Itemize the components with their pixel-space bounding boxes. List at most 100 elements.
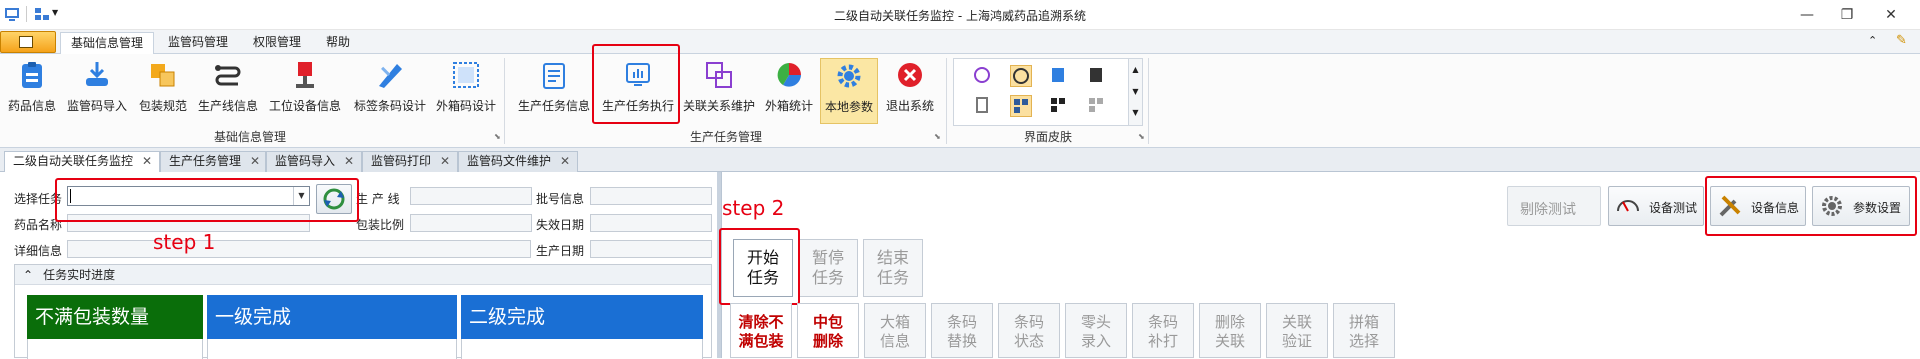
- odd-lot-entry-button[interactable]: 零头 录入: [1065, 303, 1127, 358]
- tab-code-management[interactable]: 监管码管理: [158, 32, 238, 54]
- maximize-button[interactable]: ❐: [1832, 4, 1862, 26]
- unfilled-pack-value: [27, 339, 203, 359]
- application-menu-button[interactable]: [0, 31, 56, 53]
- op-label-line2: 信息: [879, 332, 910, 350]
- group-separator: [504, 58, 505, 144]
- remove-test-button[interactable]: 剔除测试: [1507, 186, 1601, 226]
- skin-option[interactable]: [1086, 95, 1108, 117]
- box-stats-button[interactable]: 外箱统计: [762, 58, 816, 122]
- skin-option[interactable]: [1048, 65, 1070, 87]
- dialog-launcher-icon[interactable]: ⬊: [494, 132, 501, 141]
- task-info-button[interactable]: 生产任务信息: [516, 58, 592, 122]
- station-device-button[interactable]: 工位设备信息: [266, 58, 344, 122]
- skin-swatch-icon: [1090, 68, 1102, 82]
- doc-tab-code-file[interactable]: 监管码文件维护 ✕: [458, 151, 578, 172]
- pack-ratio-field: [410, 214, 532, 232]
- label-design-button[interactable]: 标签条码设计: [350, 58, 430, 122]
- drug-info-label: 药品信息: [7, 99, 56, 113]
- doc-tab-label: 监管码打印: [371, 154, 432, 168]
- package-spec-button[interactable]: 包装规范: [136, 58, 190, 122]
- drug-info-button[interactable]: 药品信息: [6, 58, 58, 122]
- op-label-line2: 状态: [1013, 332, 1044, 350]
- production-line-icon: [215, 65, 241, 86]
- code-status-button[interactable]: 条码 状态: [998, 303, 1060, 358]
- scroll-down-icon[interactable]: ▼: [1129, 81, 1142, 103]
- group-separator: [1148, 58, 1149, 144]
- step-1-annotation: step 1: [153, 230, 216, 254]
- doc-tab-label: 二级自动关联任务监控: [13, 154, 134, 168]
- skin-option[interactable]: [1086, 65, 1108, 87]
- level2-complete-box: 二级完成: [461, 295, 703, 339]
- pie-chart-icon: [777, 63, 801, 87]
- code-reprint-button[interactable]: 条码 补打: [1132, 303, 1194, 358]
- gallery-expand-icon[interactable]: ▼: [1129, 103, 1142, 123]
- doc-tab-monitor[interactable]: 二级自动关联任务监控 ✕: [4, 151, 160, 172]
- close-tab-icon[interactable]: ✕: [139, 152, 155, 171]
- doc-tab-code-import[interactable]: 监管码导入 ✕: [266, 151, 362, 172]
- tab-help[interactable]: 帮助: [316, 32, 360, 54]
- skin-swatch-icon: [976, 97, 988, 113]
- code-replace-button[interactable]: 条码 替换: [931, 303, 993, 358]
- clear-unfilled-button[interactable]: 清除不 满包装: [730, 303, 792, 358]
- outer-box-design-button[interactable]: 外箱码设计: [434, 58, 498, 122]
- skin-option[interactable]: [972, 95, 994, 117]
- doc-tab-code-print[interactable]: 监管码打印 ✕: [362, 151, 458, 172]
- op-label-line1: 零头: [1080, 313, 1111, 331]
- pause-task-button[interactable]: 暂停 任务: [798, 239, 858, 297]
- close-button[interactable]: ✕: [1876, 4, 1906, 26]
- exit-system-button[interactable]: 退出系统: [882, 58, 938, 122]
- doc-tab-task-management[interactable]: 生产任务管理 ✕: [160, 151, 266, 172]
- clipboard-icon: [22, 62, 42, 88]
- op-label-line1: 删除: [1214, 313, 1245, 331]
- minimize-button[interactable]: —: [1792, 4, 1822, 26]
- op-label-line1: 拼箱: [1348, 313, 1379, 331]
- close-tab-icon[interactable]: ✕: [247, 152, 263, 171]
- ribbon-tab-bar: 基础信息管理 监管码管理 权限管理 帮助 ⌃ ✎: [0, 30, 1920, 54]
- skin-option[interactable]: [972, 65, 994, 87]
- tab-basic-info[interactable]: 基础信息管理: [60, 32, 155, 54]
- skin-swatch-icon: [1013, 68, 1029, 84]
- collapse-icon[interactable]: ⌃: [23, 268, 33, 282]
- op-label-line2: 满包装: [738, 332, 784, 350]
- highlight-box-start-task: [719, 228, 800, 305]
- op-label-line2: 补打: [1147, 332, 1178, 350]
- style-icon[interactable]: ✎: [1896, 33, 1907, 48]
- device-test-button[interactable]: 设备测试: [1608, 186, 1704, 226]
- package-icon: [151, 64, 175, 87]
- device-test-label: 设备测试: [1649, 201, 1698, 215]
- step-2-annotation: step 2: [722, 196, 785, 220]
- skin-option[interactable]: [1048, 95, 1070, 117]
- skin-option-selected[interactable]: [1010, 95, 1032, 117]
- delete-middle-pack-button[interactable]: 中包 删除: [797, 303, 859, 358]
- production-date-field: [590, 240, 712, 258]
- big-box-info-button[interactable]: 大箱 信息: [864, 303, 926, 358]
- label-design-label: 标签条码设计: [353, 99, 426, 113]
- tab-permissions[interactable]: 权限管理: [243, 32, 311, 54]
- end-task-button[interactable]: 结束 任务: [863, 239, 923, 297]
- end-task-line1: 结束: [876, 248, 909, 267]
- scroll-up-icon[interactable]: ▲: [1129, 59, 1142, 81]
- close-tab-icon[interactable]: ✕: [437, 152, 453, 171]
- skin-option-selected[interactable]: [1010, 65, 1032, 87]
- mixed-box-select-button[interactable]: 拼箱 选择: [1333, 303, 1395, 358]
- dialog-launcher-icon[interactable]: ⬊: [1138, 132, 1145, 141]
- document-tab-bar: 二级自动关联任务监控 ✕ 生产任务管理 ✕ 监管码导入 ✕ 监管码打印 ✕ 监管码文件维…: [0, 148, 1920, 172]
- production-line-button[interactable]: 生产线信息: [196, 58, 260, 122]
- task-group-label: 生产任务管理: [689, 130, 762, 144]
- verify-relation-button[interactable]: 关联 验证: [1266, 303, 1328, 358]
- code-import-button[interactable]: 监管码导入: [64, 58, 130, 122]
- skin-group-label: 界面皮肤: [1023, 130, 1072, 144]
- relation-maintain-button[interactable]: 关联关系维护: [682, 58, 756, 122]
- skin-scrollbar[interactable]: ▲ ▼ ▼: [1128, 59, 1142, 125]
- dialog-launcher-icon[interactable]: ⬊: [934, 132, 941, 141]
- progress-panel-header[interactable]: ⌃ 任务实时进度: [15, 265, 711, 285]
- delete-relation-button[interactable]: 删除 关联: [1199, 303, 1261, 358]
- close-tab-icon[interactable]: ✕: [557, 152, 573, 171]
- local-params-button[interactable]: 本地参数: [820, 58, 878, 124]
- close-tab-icon[interactable]: ✕: [341, 152, 357, 171]
- skin-swatch-icon: [1089, 98, 1103, 112]
- relation-icon: [706, 62, 732, 88]
- collapse-ribbon-icon[interactable]: ⌃: [1868, 34, 1877, 47]
- op-label-line1: 条码: [946, 313, 977, 331]
- level1-complete-value: [207, 339, 457, 359]
